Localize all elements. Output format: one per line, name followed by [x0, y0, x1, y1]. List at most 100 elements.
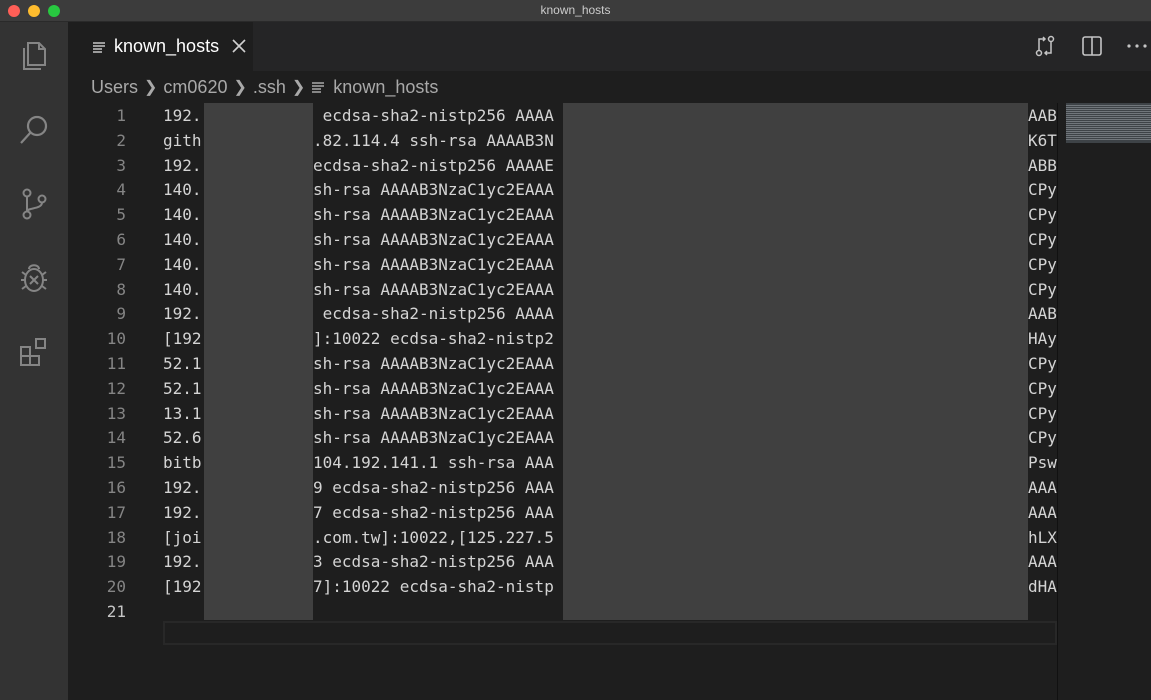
extensions-icon[interactable] [14, 332, 54, 372]
code-text-end: AAA [1028, 478, 1057, 497]
code-text-start: 52.6 [163, 428, 202, 448]
code-text-middle: 3 ecdsa-sha2-nistp256 AAA [313, 552, 554, 572]
line-number: 7 [116, 254, 126, 274]
line-number: 13 [106, 403, 126, 423]
code-text-end: CPy [1028, 230, 1057, 249]
line-number: 16 [106, 478, 126, 497]
code-text-end: ABB [1028, 155, 1057, 175]
search-icon[interactable] [14, 110, 54, 150]
code-text-middle: .com.tw]:10022,[125.227.5 [313, 527, 554, 547]
code-text-middle: sh-rsa AAAAB3NzaC1yc2EAAA [313, 279, 554, 299]
code-text-start: 52.1 [163, 378, 202, 398]
code-text-start: 140. [163, 180, 202, 200]
code-text-start: 140. [163, 205, 202, 225]
code-text-end: HAy [1028, 329, 1057, 349]
code-text-middle: ecdsa-sha2-nistp256 AAAAE [313, 155, 554, 175]
chevron-right-icon: ❯ [291, 79, 306, 96]
tab-label: known_hosts [114, 36, 220, 56]
title-bar: known_hosts [0, 0, 1151, 22]
code-text-middle: 7]:10022 ecdsa-sha2-nistp [313, 577, 554, 597]
code-text-end: CPy [1028, 354, 1057, 373]
code-text-start: 140. [163, 279, 202, 299]
file-lines-icon [93, 41, 105, 53]
code-text-middle: sh-rsa AAAAB3NzaC1yc2EAAA [313, 180, 554, 200]
code-text-middle: ecdsa-sha2-nistp256 AAAA [313, 304, 554, 324]
code-text-start: [192 [163, 329, 202, 349]
line-number: 21 [106, 602, 126, 621]
code-text-end: hLX [1028, 527, 1057, 547]
code-text-end: AAB [1028, 304, 1057, 324]
chevron-right-icon: ❯ [144, 79, 158, 96]
activity-bar [0, 22, 68, 700]
code-editor[interactable]: 1 192. ecdsa-sha2-nistp256 AAAA AAB 2 gith .8… [68, 103, 1151, 700]
code-text-middle: .82.114.4 ssh-rsa AAAAB3N [313, 130, 554, 150]
line-number: 4 [116, 180, 126, 200]
line-number: 20 [106, 577, 126, 597]
minimap[interactable] [1057, 103, 1151, 700]
explorer-icon[interactable] [14, 36, 54, 76]
line-number: 5 [116, 205, 126, 225]
code-text-start: 192. [163, 552, 202, 572]
code-text-start: 192. [163, 478, 202, 497]
code-text-start: 140. [163, 230, 202, 249]
line-number: 17 [106, 502, 126, 522]
chevron-right-icon: ❯ [233, 79, 247, 96]
code-text-start: [192 [163, 577, 202, 597]
redaction-block-right [563, 103, 1028, 620]
code-text-middle: 7 ecdsa-sha2-nistp256 AAA [313, 502, 554, 522]
line-number: 6 [116, 230, 126, 249]
split-editor-icon[interactable] [1080, 34, 1104, 58]
code-text-middle: sh-rsa AAAAB3NzaC1yc2EAAA [313, 230, 554, 249]
line-number: 9 [116, 304, 126, 324]
breadcrumb-item-ssh[interactable]: .ssh [253, 77, 286, 98]
code-text-middle: sh-rsa AAAAB3NzaC1yc2EAAA [313, 428, 554, 448]
line-number: 10 [106, 329, 126, 349]
code-text-end: CPy [1028, 279, 1057, 299]
code-text-start: gith [163, 130, 202, 150]
more-actions-icon[interactable] [1125, 34, 1149, 58]
code-text-end: AAA [1028, 552, 1057, 572]
breadcrumb-item-users[interactable]: Users [91, 77, 138, 98]
tab-bar: known_hosts [68, 22, 1151, 71]
line-number: 14 [106, 428, 126, 448]
code-text-middle: ecdsa-sha2-nistp256 AAAA [313, 106, 554, 125]
code-text-middle: 104.192.141.1 ssh-rsa AAA [313, 453, 554, 473]
code-text-start: 192. [163, 155, 202, 175]
code-text-end: CPy [1028, 180, 1057, 200]
line-number: 8 [116, 279, 126, 299]
code-text-start: 140. [163, 254, 202, 274]
breadcrumb-item-user[interactable]: cm0620 [163, 77, 227, 98]
line-number: 18 [106, 527, 126, 547]
source-control-icon[interactable] [14, 184, 54, 224]
code-text-end: dHA [1028, 577, 1057, 597]
line-number: 2 [116, 130, 126, 150]
code-text-start: 192. [163, 304, 202, 324]
line-number: 11 [106, 354, 126, 373]
code-text-end: AAB [1028, 106, 1057, 125]
debug-icon[interactable] [14, 258, 54, 298]
compare-changes-icon[interactable] [1033, 34, 1057, 58]
code-text-middle: sh-rsa AAAAB3NzaC1yc2EAAA [313, 254, 554, 274]
tab-known-hosts[interactable]: known_hosts [68, 22, 253, 71]
line-number: 12 [106, 378, 126, 398]
code-text-start: [joi [163, 527, 202, 547]
code-text-end: CPy [1028, 428, 1057, 448]
code-text-middle: sh-rsa AAAAB3NzaC1yc2EAAA [313, 378, 554, 398]
breadcrumb-item-file[interactable]: known_hosts [333, 77, 438, 98]
code-text-start: 192. [163, 502, 202, 522]
code-text-middle: 9 ecdsa-sha2-nistp256 AAA [313, 478, 554, 497]
code-text-end: AAA [1028, 502, 1057, 522]
line-number: 19 [106, 552, 126, 572]
code-text-middle: sh-rsa AAAAB3NzaC1yc2EAAA [313, 205, 554, 225]
code-text-end: K6T [1028, 130, 1057, 150]
code-text-end: CPy [1028, 403, 1057, 423]
code-text-end: CPy [1028, 254, 1057, 274]
close-icon[interactable] [230, 37, 248, 55]
code-text-end: CPy [1028, 205, 1057, 225]
code-text-end: CPy [1028, 378, 1057, 398]
code-text-start: 192. [163, 106, 202, 125]
line-number: 1 [116, 106, 126, 125]
breadcrumb: Users ❯ cm0620 ❯ .ssh ❯ known_hosts [68, 71, 1151, 103]
file-lines-icon [312, 82, 325, 93]
code-text-middle: ]:10022 ecdsa-sha2-nistp2 [313, 329, 554, 349]
